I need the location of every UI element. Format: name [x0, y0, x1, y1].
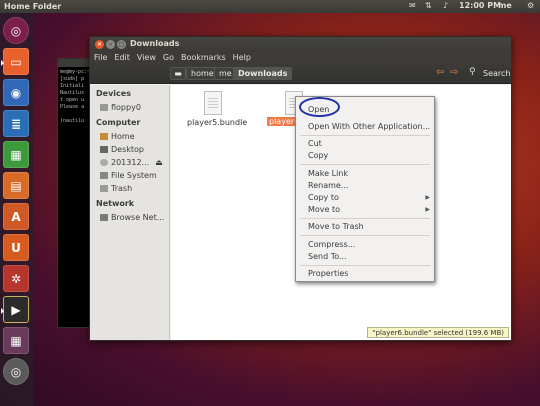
writer-icon[interactable]: ≣: [3, 110, 29, 137]
firefox-icon[interactable]: ◉: [3, 79, 29, 106]
separator: [300, 135, 430, 136]
status-bar: "player6.bundle" selected (199.6 MB): [367, 327, 509, 338]
software-center-icon[interactable]: A: [3, 203, 29, 230]
launcher: ◎ ▭ ◉ ≣ ▦ ▤ A U ✲ ▶ ▦ ◎: [0, 13, 33, 406]
files-icon[interactable]: ▭: [1, 48, 29, 75]
window-titlebar[interactable]: ✕ – □ Downloads: [90, 37, 511, 51]
clock[interactable]: 12:00 PM: [459, 1, 501, 10]
sidebar-item-filesystem[interactable]: File System: [100, 171, 157, 180]
menu-item-cut[interactable]: Cut: [308, 139, 322, 148]
disc-icon: [100, 159, 108, 166]
desktop-icon: [100, 146, 108, 153]
dash-icon[interactable]: ◎: [3, 17, 29, 44]
eject-icon[interactable]: ⏏: [155, 158, 163, 167]
submenu-arrow-icon: ▶: [425, 206, 430, 213]
menu-item-make-link[interactable]: Make Link: [308, 169, 348, 178]
search-label[interactable]: Search: [483, 69, 510, 78]
highlight-circle-annotation: [299, 97, 340, 117]
menu-item-copy-to[interactable]: Copy to: [308, 193, 339, 202]
trash-icon: [100, 185, 108, 192]
menu-item-properties[interactable]: Properties: [308, 269, 348, 278]
volume-icon[interactable]: ♪: [443, 1, 448, 10]
close-icon[interactable]: ✕: [95, 40, 104, 49]
back-icon[interactable]: ⇦: [436, 67, 444, 78]
user-menu[interactable]: me: [498, 1, 512, 10]
menu-item-copy[interactable]: Copy: [308, 151, 328, 160]
separator: [300, 218, 430, 219]
network-icon[interactable]: ⇅: [425, 1, 432, 10]
sidebar-header-computer: Computer: [96, 118, 141, 127]
forward-icon[interactable]: ⇨: [450, 67, 458, 78]
separator: [300, 235, 430, 236]
menubar: File Edit View Go Bookmarks Help: [90, 51, 511, 64]
menu-file[interactable]: File: [94, 53, 107, 62]
drive-icon[interactable]: ▬: [170, 67, 186, 80]
menu-go[interactable]: Go: [163, 53, 174, 62]
settings-icon[interactable]: ✲: [3, 265, 29, 292]
menu-view[interactable]: View: [137, 53, 156, 62]
sidebar-header-network: Network: [96, 199, 135, 208]
active-app-title: Home Folder: [4, 2, 62, 11]
sidebar-item-trash[interactable]: Trash: [100, 184, 132, 193]
power-icon[interactable]: ⚙: [527, 1, 534, 10]
network-icon-small: [100, 214, 108, 221]
file-icon[interactable]: [204, 91, 222, 115]
dvd-icon[interactable]: ◎: [3, 358, 29, 385]
separator: [300, 164, 430, 165]
sidebar-item-floppy[interactable]: floppy0: [100, 103, 141, 112]
submenu-arrow-icon: ▶: [425, 194, 430, 201]
workspaces-icon[interactable]: ▦: [3, 327, 29, 354]
terminal-icon[interactable]: ▶: [1, 296, 29, 323]
menu-item-open-with[interactable]: Open With Other Application...: [308, 122, 430, 131]
menu-bookmarks[interactable]: Bookmarks: [181, 53, 226, 62]
sidebar: Devices floppy0 Computer Home Desktop 20…: [90, 85, 170, 340]
sidebar-item-desktop[interactable]: Desktop: [100, 145, 144, 154]
mail-icon[interactable]: ✉: [409, 1, 416, 10]
separator: [300, 265, 430, 266]
top-panel: Home Folder ✉ ⇅ ♪ 12:00 PM me ⚙: [0, 0, 540, 13]
file-name-player5[interactable]: player5.bundle: [187, 118, 247, 127]
minimize-icon[interactable]: –: [106, 40, 115, 49]
sidebar-item-disc[interactable]: 201312... ⏏: [100, 158, 163, 167]
menu-item-move-to-trash[interactable]: Move to Trash: [308, 222, 364, 231]
menu-edit[interactable]: Edit: [114, 53, 130, 62]
breadcrumb-downloads[interactable]: Downloads: [233, 67, 293, 80]
sidebar-item-home[interactable]: Home: [100, 132, 135, 141]
menu-item-send-to[interactable]: Send To...: [308, 252, 347, 261]
toolbar: ▬ home me Downloads ⇦ ⇨ ⚲ Search: [90, 64, 511, 84]
sidebar-header-devices: Devices: [96, 89, 131, 98]
window-title: Downloads: [130, 39, 180, 48]
menu-item-rename[interactable]: Rename...: [308, 181, 348, 190]
context-menu: Open Open With Other Application... Cut …: [295, 96, 435, 282]
menu-help[interactable]: Help: [233, 53, 251, 62]
calc-icon[interactable]: ▦: [3, 141, 29, 168]
home-icon: [100, 133, 108, 140]
sidebar-item-browse-network[interactable]: Browse Net...: [100, 213, 164, 222]
ubuntu-one-icon[interactable]: U: [3, 234, 29, 261]
search-icon[interactable]: ⚲: [469, 67, 476, 77]
menu-item-compress[interactable]: Compress...: [308, 240, 355, 249]
menu-item-move-to[interactable]: Move to: [308, 205, 340, 214]
maximize-icon[interactable]: □: [117, 40, 126, 49]
drive-icon-small: [100, 172, 108, 179]
floppy-icon: [100, 104, 108, 111]
impress-icon[interactable]: ▤: [3, 172, 29, 199]
